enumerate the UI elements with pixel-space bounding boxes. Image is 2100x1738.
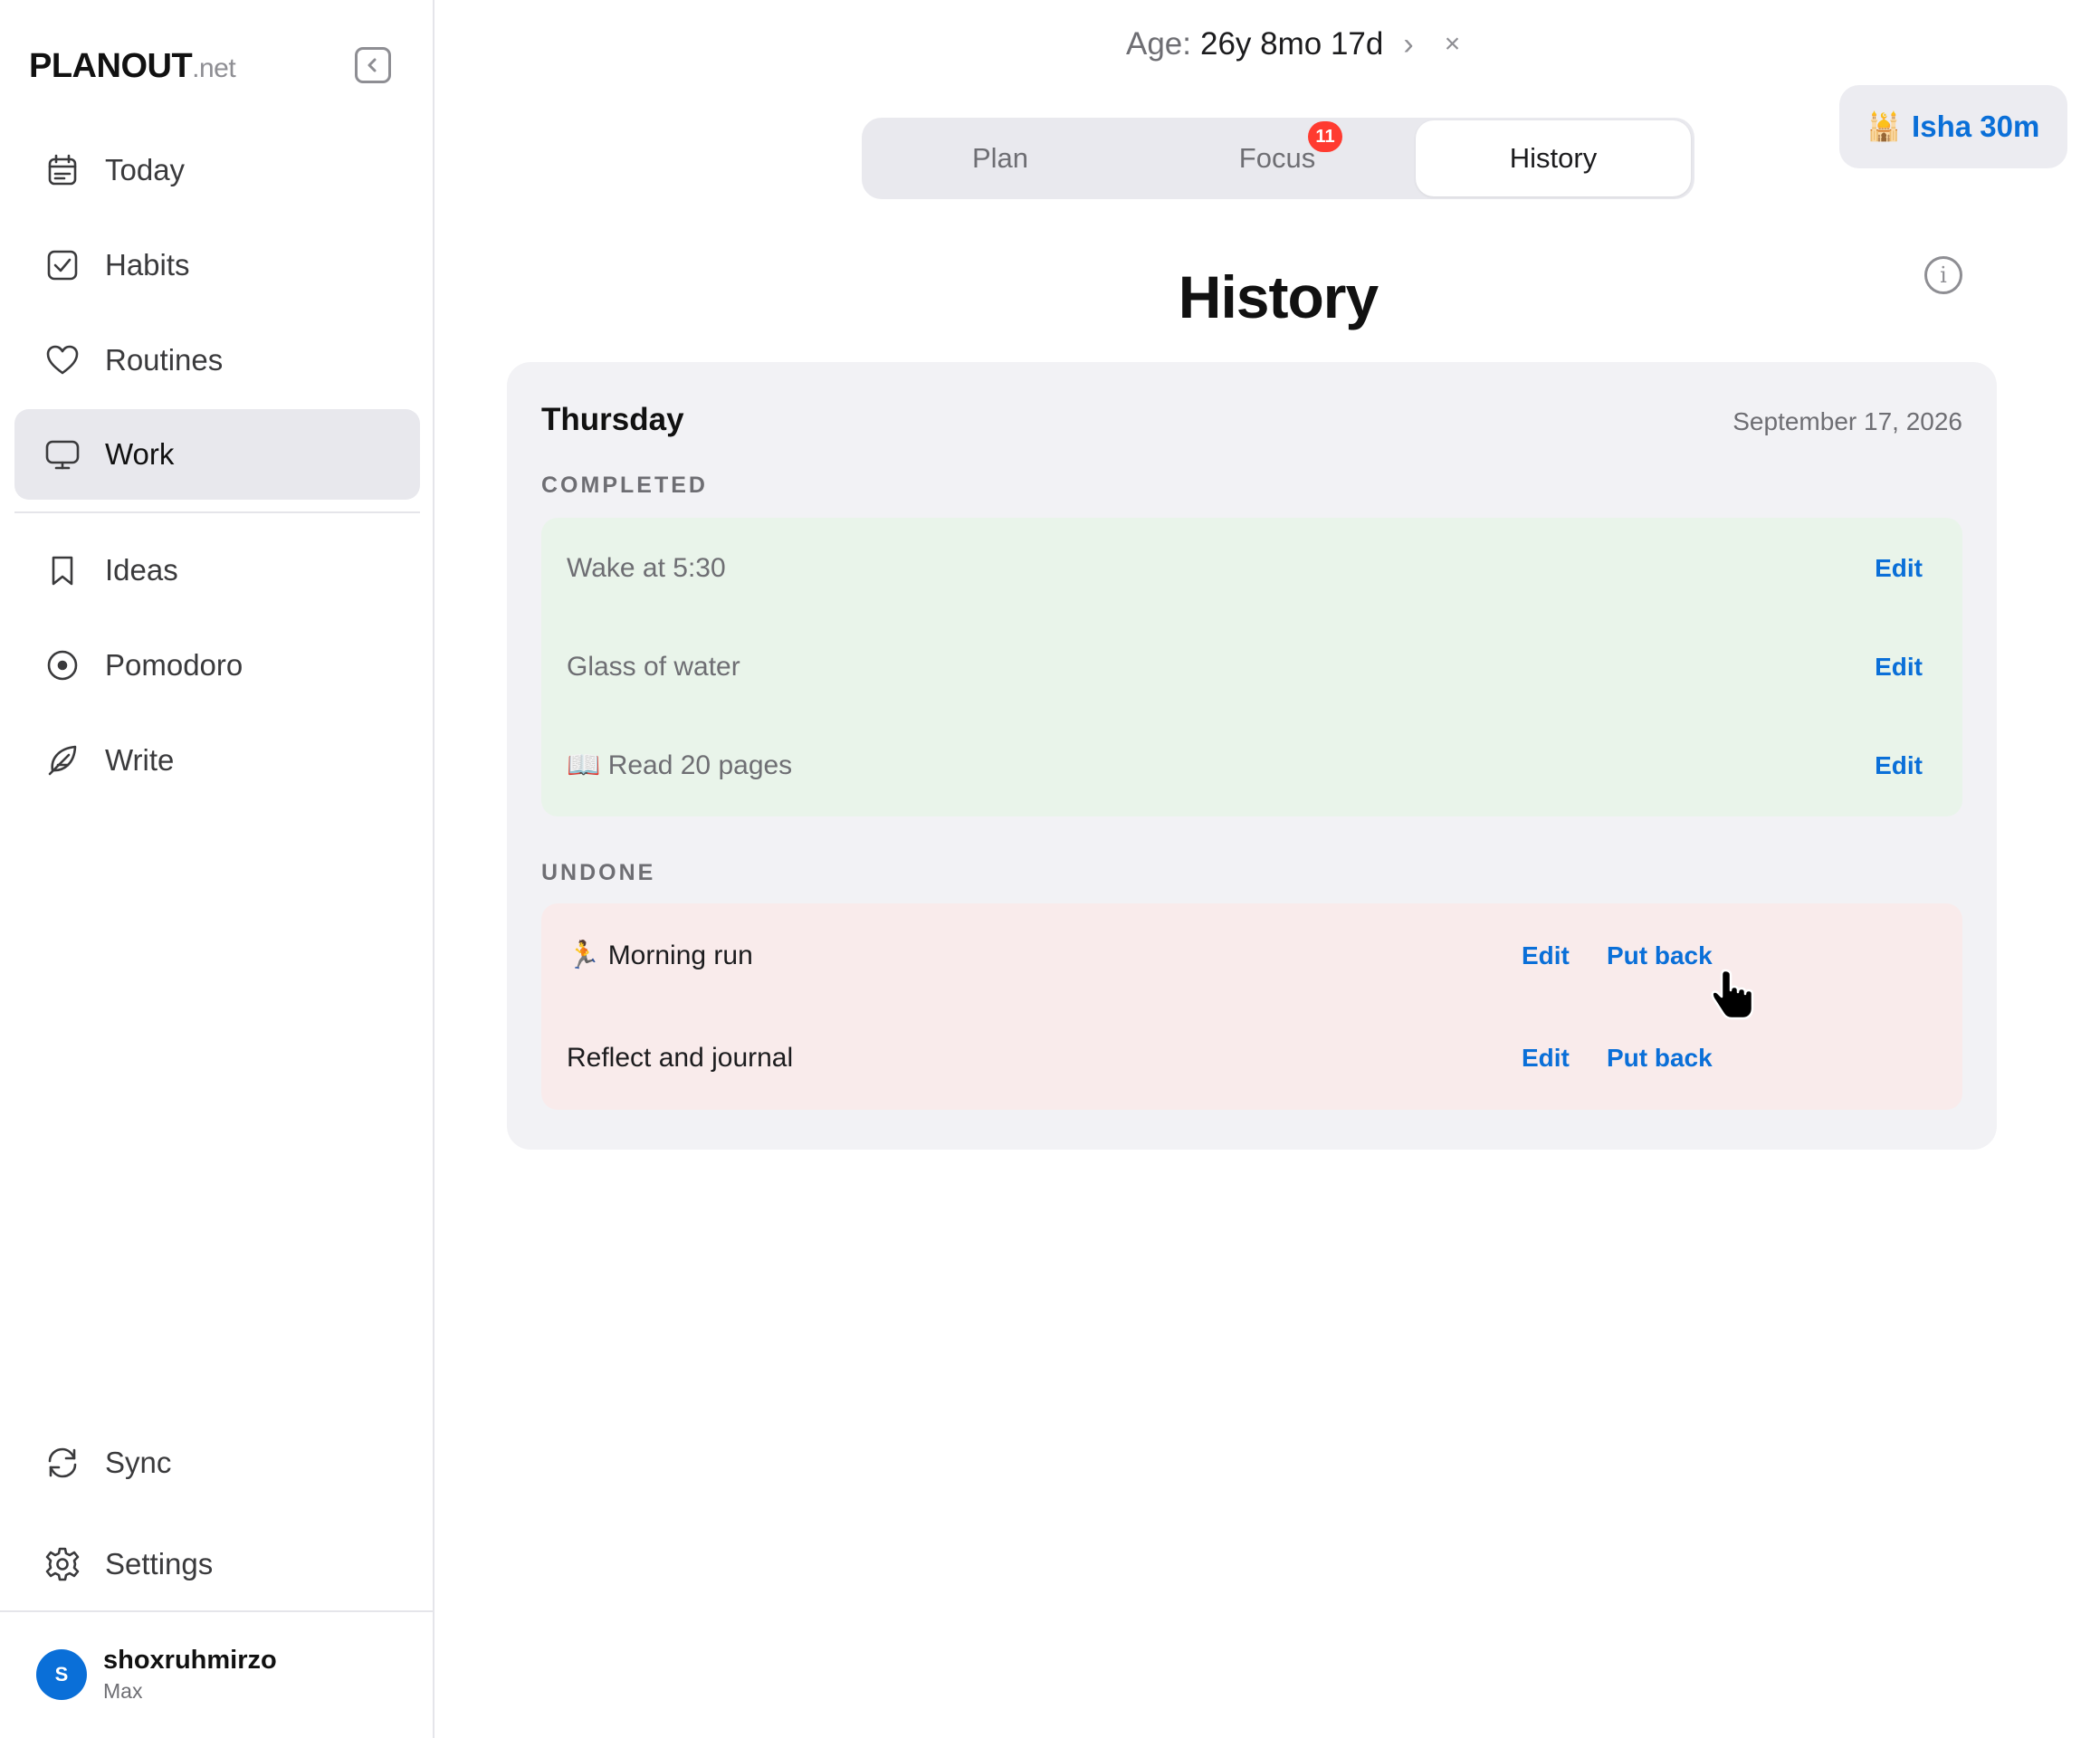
- sidebar-divider: [0, 1610, 434, 1612]
- sidebar-item-today[interactable]: Today: [14, 125, 420, 215]
- age-value: 26y 8mo 17d: [1200, 26, 1384, 62]
- chevron-left-icon: [368, 58, 377, 72]
- sidebar-item-label: Sync: [105, 1446, 172, 1479]
- tab-focus[interactable]: Focus: [1139, 118, 1416, 199]
- view-tabs: Plan Focus 11 History: [862, 118, 1694, 199]
- edit-button[interactable]: Edit: [1875, 554, 1923, 583]
- task-text: Wake at 5:30: [567, 552, 726, 583]
- user-plan: Max: [103, 1679, 143, 1703]
- prayer-time-label: Isha 30m: [1912, 110, 2040, 143]
- task-text: 🏃 Morning run: [567, 941, 753, 970]
- task-text: Reflect and journal: [567, 1042, 794, 1073]
- gear-icon: [42, 1543, 83, 1585]
- undone-section-label: UNDONE: [541, 860, 656, 885]
- hand-pointer-icon: [1711, 969, 1754, 1020]
- sidebar-item-label: Write: [105, 743, 175, 777]
- bookmark-icon: [42, 549, 83, 591]
- tab-history[interactable]: History: [1416, 120, 1691, 196]
- completed-list: Wake at 5:30 Edit Glass of water Edit 📖 …: [541, 518, 1962, 816]
- brand-suffix: .net: [192, 53, 236, 83]
- focus-count-badge: 11: [1308, 121, 1342, 152]
- edit-button[interactable]: Edit: [1875, 653, 1923, 682]
- monitor-icon: [42, 434, 83, 475]
- task-text: Glass of water: [567, 651, 740, 682]
- sidebar-item-write[interactable]: Write: [14, 715, 420, 806]
- info-icon[interactable]: i: [1924, 256, 1962, 294]
- brand-logo[interactable]: PLANOUT.net: [29, 47, 236, 86]
- sidebar: PLANOUT.net Today Habits Routines Work I…: [0, 0, 434, 1738]
- sidebar-item-label: Pomodoro: [105, 648, 243, 682]
- sidebar-item-label: Work: [105, 437, 175, 471]
- edit-button[interactable]: Edit: [1522, 941, 1570, 970]
- sidebar-item-sync[interactable]: Sync: [14, 1418, 420, 1508]
- put-back-button[interactable]: Put back: [1607, 1044, 1713, 1073]
- feather-icon: [42, 740, 83, 781]
- avatar: S: [36, 1649, 87, 1700]
- list-item: Reflect and journal Edit Put back: [541, 1008, 1962, 1107]
- sidebar-item-work[interactable]: Work: [14, 409, 420, 500]
- history-day-card: Thursday September 17, 2026 COMPLETED Wa…: [507, 362, 1997, 1150]
- sidebar-item-pomodoro[interactable]: Pomodoro: [14, 620, 420, 711]
- sidebar-item-ideas[interactable]: Ideas: [14, 525, 420, 616]
- sidebar-item-label: Ideas: [105, 553, 178, 587]
- target-icon: [42, 645, 83, 686]
- brand-name: PLANOUT: [29, 47, 193, 85]
- user-name: shoxruhmirzo: [103, 1646, 277, 1675]
- prayer-time-button[interactable]: 🕌 Isha 30m: [1839, 85, 2067, 168]
- sidebar-item-routines[interactable]: Routines: [14, 315, 420, 406]
- edit-button[interactable]: Edit: [1875, 751, 1923, 780]
- mosque-icon: 🕌: [1866, 111, 1902, 142]
- tab-plan[interactable]: Plan: [862, 118, 1139, 199]
- chevron-right-icon[interactable]: ›: [1403, 27, 1413, 62]
- sidebar-item-settings[interactable]: Settings: [14, 1519, 420, 1609]
- day-name: Thursday: [541, 402, 684, 437]
- sidebar-item-label: Today: [105, 153, 186, 186]
- calendar-icon: [42, 149, 83, 191]
- sidebar-item-label: Settings: [105, 1547, 214, 1580]
- sidebar-item-label: Habits: [105, 248, 190, 282]
- collapse-sidebar-button[interactable]: [355, 47, 391, 83]
- sidebar-item-habits[interactable]: Habits: [14, 220, 420, 310]
- sidebar-item-label: Routines: [105, 343, 224, 377]
- list-item: Glass of water Edit: [541, 617, 1962, 716]
- list-item: 📖 Read 20 pages Edit: [541, 716, 1962, 815]
- checkbox-icon: [42, 244, 83, 286]
- age-bar: Age: 26y 8mo 17d › ×: [1126, 24, 1460, 65]
- user-profile[interactable]: S shoxruhmirzo Max: [36, 1646, 277, 1704]
- edit-button[interactable]: Edit: [1522, 1044, 1570, 1073]
- task-text: 📖 Read 20 pages: [567, 750, 793, 780]
- completed-section-label: COMPLETED: [541, 473, 708, 498]
- age-label: Age:: [1126, 26, 1191, 62]
- list-item: Wake at 5:30 Edit: [541, 519, 1962, 617]
- page-title: History: [1178, 263, 1379, 330]
- put-back-button[interactable]: Put back: [1607, 941, 1713, 970]
- sync-icon: [42, 1442, 83, 1484]
- heart-icon: [42, 339, 83, 381]
- sidebar-divider: [14, 511, 420, 513]
- close-icon[interactable]: ×: [1445, 29, 1461, 60]
- day-date: September 17, 2026: [1732, 407, 1962, 435]
